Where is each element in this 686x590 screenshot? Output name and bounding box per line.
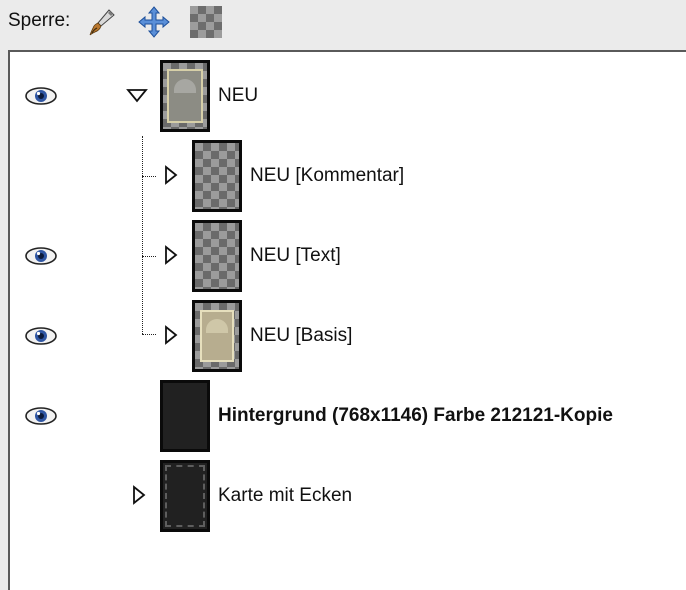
expand-triangle-icon[interactable]: [164, 325, 178, 345]
lock-label: Sperre:: [8, 10, 71, 31]
lock-alpha-button[interactable]: [188, 4, 224, 40]
expand-triangle-icon[interactable]: [164, 245, 178, 265]
lock-position-button[interactable]: [136, 4, 172, 40]
visibility-eye-icon[interactable]: [24, 85, 58, 107]
layer-name[interactable]: NEU [Text]: [250, 245, 341, 267]
layer-row-neu[interactable]: NEU: [10, 56, 686, 136]
move-lock-icon: [138, 6, 170, 38]
paintbrush-lock-icon: [89, 9, 115, 36]
layer-thumbnail[interactable]: [160, 380, 210, 452]
layer-thumbnail[interactable]: [192, 300, 242, 372]
layer-row-hintergrund[interactable]: Hintergrund (768x1146) Farbe 212121-Kopi…: [10, 376, 686, 456]
expand-triangle-icon[interactable]: [132, 485, 146, 505]
visibility-eye-icon[interactable]: [24, 325, 58, 347]
collapse-triangle-icon[interactable]: [126, 88, 148, 104]
layer-thumbnail[interactable]: [160, 460, 210, 532]
card-preview: [200, 310, 234, 362]
layer-name[interactable]: NEU: [218, 85, 258, 107]
layer-name[interactable]: Hintergrund (768x1146) Farbe 212121-Kopi…: [218, 405, 613, 427]
expand-triangle-icon[interactable]: [164, 165, 178, 185]
layers-list[interactable]: NEU NEU [Kommentar] NEU [Text] NEU [Basi…: [8, 50, 686, 590]
card-preview: [167, 69, 203, 123]
lock-toolbar: Sperre:: [0, 0, 686, 46]
layer-name[interactable]: NEU [Basis]: [250, 325, 352, 347]
visibility-eye-icon[interactable]: [24, 405, 58, 427]
layer-row-neu-text[interactable]: NEU [Text]: [10, 216, 686, 296]
layer-name[interactable]: NEU [Kommentar]: [250, 165, 404, 187]
card-corners-preview: [165, 465, 205, 527]
layer-row-neu-kommentar[interactable]: NEU [Kommentar]: [10, 136, 686, 216]
layer-thumbnail[interactable]: [192, 140, 242, 212]
lock-pixels-button[interactable]: [84, 4, 120, 40]
layer-name[interactable]: Karte mit Ecken: [218, 485, 352, 507]
visibility-eye-icon[interactable]: [24, 245, 58, 267]
alpha-lock-icon: [190, 6, 222, 38]
layer-row-neu-basis[interactable]: NEU [Basis]: [10, 296, 686, 376]
layer-thumbnail[interactable]: [160, 60, 210, 132]
layer-thumbnail[interactable]: [192, 220, 242, 292]
layer-row-karte-mit-ecken[interactable]: Karte mit Ecken: [10, 456, 686, 536]
